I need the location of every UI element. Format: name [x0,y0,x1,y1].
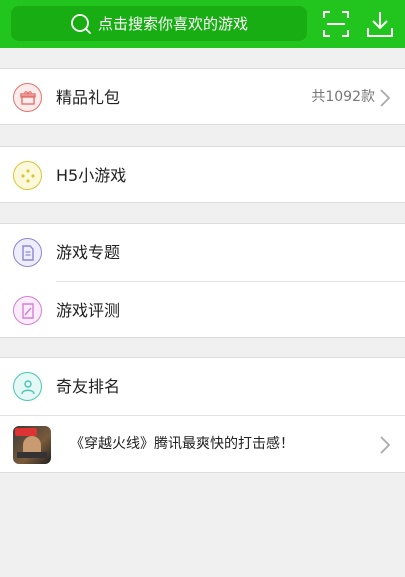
document-icon [13,238,42,267]
search-icon [71,13,91,34]
menu-item-label: 游戏专题 [56,243,121,262]
menu-item-label: 精品礼包 [56,88,121,107]
menu-item-game-reviews[interactable]: 游戏评测 [0,282,405,339]
gift-icon [13,83,42,112]
scan-icon[interactable] [322,10,350,38]
download-icon[interactable] [366,10,394,38]
user-icon [13,372,42,401]
menu-item-label: 奇友排名 [56,377,121,396]
chevron-right-icon [380,89,391,107]
menu-item-gift-packs[interactable]: 精品礼包 共1092款 [0,68,405,125]
menu-item-h5-games[interactable]: H5小游戏 [0,146,405,203]
search-placeholder: 点击搜索你喜欢的游戏 [97,15,248,33]
menu-group-ranking: 奇友排名 《穿越火线》腾讯最爽快的打击感！ [0,357,405,473]
gamepad-icon [13,161,42,190]
menu-item-game-topics[interactable]: 游戏专题 [0,224,405,281]
search-bar[interactable]: 点击搜索你喜欢的游戏 [11,6,307,41]
gift-count: 共1092款 [311,89,375,105]
menu-group-topics-reviews: 游戏专题 游戏评测 [0,223,405,338]
game-thumbnail [13,426,51,464]
menu-item-label: H5小游戏 [56,166,127,185]
chevron-right-icon [380,436,391,454]
menu-item-friend-ranking[interactable]: 奇友排名 [0,358,405,415]
top-bar: 点击搜索你喜欢的游戏 [0,0,405,48]
edit-icon [13,296,42,325]
promo-item[interactable]: 《穿越火线》腾讯最爽快的打击感！ [0,416,405,473]
promo-text: 《穿越火线》腾讯最爽快的打击感！ [70,436,294,452]
menu-item-label: 游戏评测 [56,301,121,320]
